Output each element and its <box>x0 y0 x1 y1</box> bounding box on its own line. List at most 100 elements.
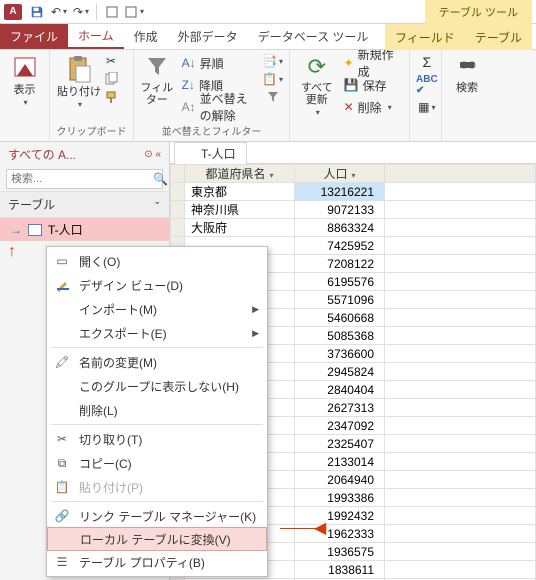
cell-empty[interactable] <box>385 309 536 327</box>
collapse-icon[interactable]: ⌄ <box>153 196 161 213</box>
cell-empty[interactable] <box>385 183 536 201</box>
cell-pop[interactable]: 2133014 <box>295 453 385 471</box>
toggle-filter-icon[interactable] <box>262 90 283 104</box>
cell-pop[interactable]: 6195576 <box>295 273 385 291</box>
nav-section-tables[interactable]: テーブル ⌄ <box>0 191 169 218</box>
cm-open[interactable]: ▭開く(O) <box>47 249 267 273</box>
refresh-button[interactable]: ⟳すべて 更新▾ <box>296 54 338 117</box>
redo-icon[interactable]: ↷▾ <box>70 5 92 19</box>
cell-pop[interactable]: 13216221 <box>295 183 385 201</box>
cell-pop[interactable]: 3736600 <box>295 345 385 363</box>
cm-import[interactable]: インポート(M)▶ <box>47 297 267 321</box>
qat-icon-2[interactable]: ▾ <box>123 5 145 19</box>
cell-empty[interactable] <box>385 273 536 291</box>
tab-home[interactable]: ホーム <box>68 24 124 49</box>
cell-empty[interactable] <box>385 525 536 543</box>
tab-database-tools[interactable]: データベース ツール <box>248 24 379 49</box>
cell-empty[interactable] <box>385 201 536 219</box>
cell-empty[interactable] <box>385 399 536 417</box>
qat-icon-1[interactable] <box>101 5 123 19</box>
cell-empty[interactable] <box>385 255 536 273</box>
cell-pop[interactable]: 7425952 <box>295 237 385 255</box>
cell-empty[interactable] <box>385 345 536 363</box>
cell-empty[interactable] <box>385 219 536 237</box>
cell-empty[interactable] <box>385 237 536 255</box>
paste-button[interactable]: 貼り付け▾ <box>56 54 102 109</box>
cm-copy[interactable]: ⧉コピー(C) <box>47 451 267 475</box>
new-button[interactable]: ✦新規作成 <box>340 54 403 72</box>
search-icon[interactable]: 🔍 <box>153 172 168 186</box>
cell-empty[interactable] <box>385 291 536 309</box>
cell-empty[interactable] <box>385 543 536 561</box>
cell-pop[interactable]: 2945824 <box>295 363 385 381</box>
selection-icon[interactable]: 📑▾ <box>262 54 283 68</box>
save-icon[interactable] <box>26 5 48 19</box>
more-icon[interactable]: ▦▾ <box>416 100 438 114</box>
cell-empty[interactable] <box>385 507 536 525</box>
table-row[interactable]: 大阪府8863324 <box>171 219 536 237</box>
cell-pop[interactable]: 5460668 <box>295 309 385 327</box>
cm-properties[interactable]: ☰テーブル プロパティ(B) <box>47 550 267 574</box>
cell-pop[interactable]: 8863324 <box>295 219 385 237</box>
tab-create[interactable]: 作成 <box>124 24 168 49</box>
cell-pref[interactable]: 大阪府 <box>185 219 295 237</box>
tab-fields[interactable]: フィールド <box>385 24 465 50</box>
row-selector[interactable] <box>171 183 185 201</box>
row-selector[interactable] <box>171 219 185 237</box>
cell-pop[interactable]: 7208122 <box>295 255 385 273</box>
cell-pref[interactable]: 東京都 <box>185 183 295 201</box>
undo-icon[interactable]: ↶▾ <box>48 5 70 19</box>
delete-button[interactable]: ✕削除▾ <box>340 98 403 116</box>
sum-icon[interactable]: Σ <box>416 54 438 70</box>
sheet-tab-item[interactable]: T-人口 <box>174 142 247 164</box>
cell-pop[interactable]: 1838611 <box>295 561 385 579</box>
table-row[interactable]: 東京都13216221 <box>171 183 536 201</box>
cm-design-view[interactable]: デザイン ビュー(D) <box>47 273 267 297</box>
tab-table[interactable]: テーブル <box>465 24 532 50</box>
cm-hide[interactable]: このグループに表示しない(H) <box>47 374 267 398</box>
cm-link-manager[interactable]: 🔗リンク テーブル マネージャー(K) <box>47 504 267 528</box>
cell-empty[interactable] <box>385 561 536 579</box>
save-record-button[interactable]: 💾保存 <box>340 76 403 94</box>
format-painter-icon[interactable] <box>104 90 118 104</box>
cell-empty[interactable] <box>385 471 536 489</box>
nav-item-table[interactable]: → T-人口 <box>0 218 169 241</box>
copy-icon[interactable] <box>104 72 118 86</box>
spell-icon[interactable]: ABC✔ <box>416 74 438 96</box>
select-all-cell[interactable] <box>171 165 185 183</box>
cm-convert-local[interactable]: ローカル テーブルに変換(V) <box>47 527 267 551</box>
cm-rename[interactable]: 🖍名前の変更(M) <box>47 350 267 374</box>
cell-empty[interactable] <box>385 435 536 453</box>
cell-pop[interactable]: 2347092 <box>295 417 385 435</box>
sort-clear-button[interactable]: A↕並べ替えの解除 <box>178 98 258 116</box>
advanced-icon[interactable]: 📋▾ <box>262 72 283 86</box>
cell-pop[interactable]: 2064940 <box>295 471 385 489</box>
table-row[interactable]: 神奈川県9072133 <box>171 201 536 219</box>
sort-asc-button[interactable]: A↓昇順 <box>178 54 258 72</box>
column-header-pref[interactable]: 都道府県名▾ <box>185 165 295 183</box>
cm-delete[interactable]: 削除(L) <box>47 398 267 422</box>
cell-pop[interactable]: 5085368 <box>295 327 385 345</box>
find-button[interactable]: 検索 <box>448 54 486 94</box>
cell-empty[interactable] <box>385 381 536 399</box>
cm-export[interactable]: エクスポート(E)▶ <box>47 321 267 345</box>
cell-empty[interactable] <box>385 453 536 471</box>
cell-empty[interactable] <box>385 327 536 345</box>
cell-pop[interactable]: 2627313 <box>295 399 385 417</box>
filter-button[interactable]: フィルター <box>140 54 174 106</box>
search-input[interactable] <box>11 173 153 185</box>
column-header-pop[interactable]: 人口▾ <box>295 165 385 183</box>
nav-header[interactable]: すべての A... ⊙ « <box>0 142 169 167</box>
tab-file[interactable]: ファイル <box>0 24 68 49</box>
cell-pop[interactable]: 1993386 <box>295 489 385 507</box>
cell-pop[interactable]: 2840404 <box>295 381 385 399</box>
nav-dropdown-icon[interactable]: ⊙ « <box>144 149 161 160</box>
cell-empty[interactable] <box>385 417 536 435</box>
view-button[interactable]: 表示▾ <box>6 54 43 107</box>
cell-pop[interactable]: 9072133 <box>295 201 385 219</box>
column-header-add[interactable] <box>385 165 536 183</box>
nav-search[interactable]: 🔍 <box>6 169 163 189</box>
cell-empty[interactable] <box>385 363 536 381</box>
cell-pref[interactable]: 神奈川県 <box>185 201 295 219</box>
cell-empty[interactable] <box>385 489 536 507</box>
